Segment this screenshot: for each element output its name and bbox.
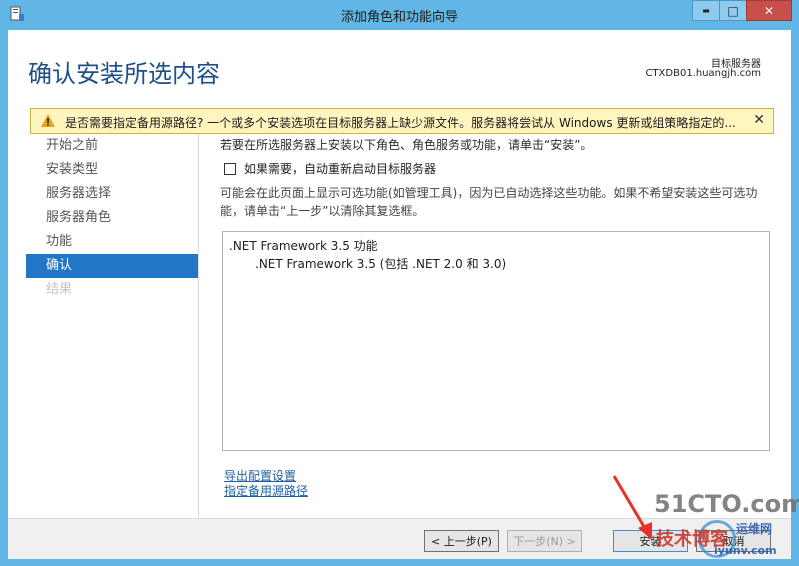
minimize-button[interactable]: ▬ bbox=[692, 0, 720, 21]
confirmation-content: 若要在所选服务器上安装以下角色、角色服务或功能，请单击“安装”。 如果需要，自动… bbox=[220, 134, 780, 518]
watermark-51cto: 51CTO.com bbox=[654, 490, 799, 518]
page-title: 确认安装所选内容 bbox=[28, 60, 220, 88]
minimize-icon: ▬ bbox=[702, 6, 710, 15]
wizard-body: 确认安装所选内容 目标服务器 CTXDB01.huangjh.com 是否需要指… bbox=[8, 30, 791, 559]
selected-features-list[interactable]: .NET Framework 3.5 功能 .NET Framework 3.5… bbox=[222, 231, 770, 451]
close-button[interactable]: ✕ bbox=[746, 0, 792, 21]
nav-item-installation-type[interactable]: 安装类型 bbox=[26, 158, 198, 182]
nav-item-features[interactable]: 功能 bbox=[26, 230, 198, 254]
list-item: .NET Framework 3.5 (包括 .NET 2.0 和 3.0) bbox=[255, 257, 507, 271]
nav-item-server-roles[interactable]: 服务器角色 bbox=[26, 206, 198, 230]
window-title: 添加角色和功能向导 bbox=[340, 10, 458, 25]
optional-features-note: 可能会在此页面上显示可选功能(如管理工具)，因为已自动选择这些功能。如果不希望安… bbox=[220, 186, 758, 218]
warning-banner[interactable]: 是否需要指定备用源路径? 一个或多个安装选项在目标服务器上缺少源文件。服务器将尝… bbox=[30, 108, 774, 134]
previous-button[interactable]: < 上一步(P) bbox=[424, 530, 499, 552]
restart-checkbox-label[interactable]: 如果需要，自动重新启动目标服务器 bbox=[244, 160, 436, 177]
watermark-yunwei: 运维网 bbox=[736, 522, 773, 536]
intro-text: 若要在所选服务器上安装以下角色、角色服务或功能，请单击“安装”。 bbox=[220, 138, 593, 152]
next-button: 下一步(N) > bbox=[507, 530, 582, 552]
alternate-source-path-link[interactable]: 指定备用源路径 bbox=[224, 482, 308, 499]
warning-icon bbox=[41, 114, 55, 127]
window-frame: 添加角色和功能向导 ▬ □ ✕ 确认安装所选内容 目标服务器 CTXDB01.h… bbox=[0, 0, 799, 566]
wizard-header: 确认安装所选内容 目标服务器 CTXDB01.huangjh.com bbox=[8, 30, 791, 108]
destination-server-name: CTXDB01.huangjh.com bbox=[645, 68, 761, 79]
title-bar[interactable]: 添加角色和功能向导 ▬ □ ✕ bbox=[0, 0, 799, 30]
wizard-navigation: 开始之前 安装类型 服务器选择 服务器角色 功能 确认 结果 bbox=[26, 134, 199, 518]
maximize-icon: □ bbox=[727, 3, 739, 18]
nav-item-server-selection[interactable]: 服务器选择 bbox=[26, 182, 198, 206]
warning-text: 是否需要指定备用源路径? 一个或多个安装选项在目标服务器上缺少源文件。服务器将尝… bbox=[65, 116, 736, 130]
list-item: .NET Framework 3.5 功能 bbox=[229, 239, 378, 253]
nav-item-results: 结果 bbox=[46, 282, 73, 297]
nav-item-before-you-begin[interactable]: 开始之前 bbox=[26, 134, 198, 158]
nav-item-confirmation[interactable]: 确认 bbox=[26, 254, 198, 278]
close-icon: ✕ bbox=[763, 3, 775, 18]
watermark-iyunv: iyunv.com bbox=[714, 544, 777, 557]
warning-close-icon[interactable]: ✕ bbox=[753, 112, 765, 128]
restart-checkbox[interactable] bbox=[224, 163, 236, 175]
maximize-button[interactable]: □ bbox=[719, 0, 747, 21]
